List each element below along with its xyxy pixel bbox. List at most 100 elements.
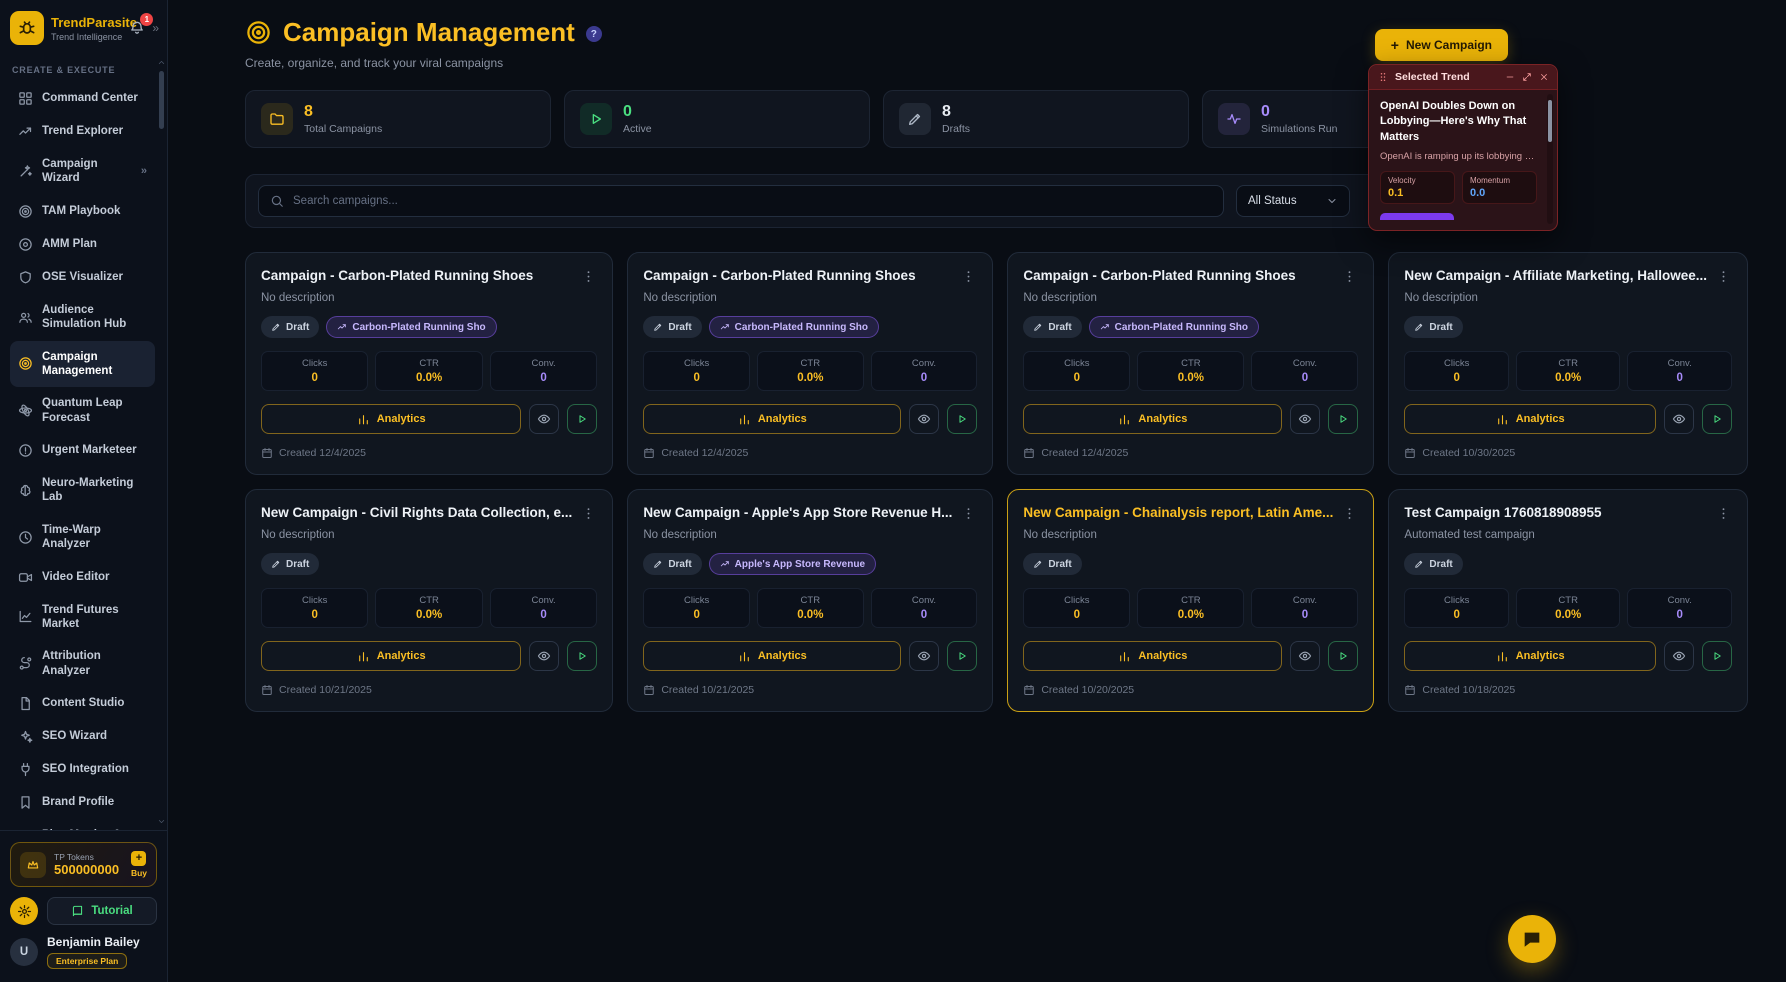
status-filter-select[interactable]: All Status — [1236, 185, 1350, 217]
play-icon — [579, 415, 587, 423]
sparkles-icon — [21, 730, 33, 743]
search-input[interactable] — [293, 195, 1212, 207]
dotsv-icon — [1348, 271, 1351, 282]
analytics-button[interactable]: Analytics — [1023, 404, 1283, 434]
sidebar-item-trend-explorer[interactable]: Trend Explorer — [10, 115, 155, 148]
campaign-title: New Campaign - Civil Rights Data Collect… — [261, 505, 573, 520]
sidebar-item-time-warp-analyzer[interactable]: Time-Warp Analyzer — [10, 514, 155, 561]
sidebar-scrollbar[interactable] — [157, 58, 165, 826]
campaign-card[interactable]: Campaign - Carbon-Plated Running Shoes No… — [1007, 252, 1375, 475]
trend-panel-partial-button[interactable] — [1380, 213, 1454, 221]
sidebar-item-brand-profile[interactable]: Brand Profile — [10, 786, 155, 819]
sidebar-item-content-studio[interactable]: Content Studio — [10, 687, 155, 720]
sidebar-item-audience-simulation-hub[interactable]: Audience Simulation Hub — [10, 294, 155, 341]
new-campaign-button[interactable]: + New Campaign — [1374, 29, 1508, 61]
tutorial-button[interactable]: Tutorial — [47, 897, 157, 925]
campaign-card[interactable]: New Campaign - Apple's App Store Revenue… — [627, 489, 994, 712]
chat-fab-button[interactable] — [1508, 915, 1556, 963]
preview-button[interactable] — [529, 641, 560, 671]
card-menu-button[interactable] — [960, 268, 977, 285]
sidebar-item-amm-plan[interactable]: AMM Plan — [10, 228, 155, 261]
trend-panel-header[interactable]: Selected Trend — [1369, 65, 1557, 90]
settings-button[interactable] — [10, 897, 38, 925]
card-menu-button[interactable] — [580, 505, 597, 522]
search-box[interactable] — [258, 185, 1224, 217]
help-icon[interactable]: ? — [585, 26, 602, 42]
sidebar-item-command-center[interactable]: Command Center — [10, 82, 155, 115]
card-menu-button[interactable] — [1341, 505, 1358, 522]
shield-icon — [20, 271, 31, 284]
launch-button[interactable] — [947, 641, 978, 671]
sidebar-item-trend-futures-market[interactable]: Trend Futures Market — [10, 594, 155, 641]
scrollbar-thumb[interactable] — [158, 71, 164, 129]
bug-icon — [19, 21, 35, 34]
campaign-card[interactable]: Test Campaign 1760818908955 Automated tes… — [1388, 489, 1748, 712]
buy-tokens-button[interactable]: + Buy — [131, 851, 147, 878]
notifications-button[interactable]: 1 — [129, 13, 154, 36]
sidebar-item-urgent-marketeer[interactable]: Urgent Marketeer — [10, 434, 155, 467]
metric-label: CTR — [1558, 595, 1578, 606]
sidebar-item-tam-playbook[interactable]: TAM Playbook — [10, 195, 155, 228]
campaign-title: Campaign - Carbon-Plated Running Shoes — [261, 268, 534, 283]
sidebar-item-campaign-wizard[interactable]: Campaign Wizard » — [10, 148, 155, 195]
campaign-card[interactable]: New Campaign - Affiliate Marketing, Hall… — [1388, 252, 1748, 475]
analytics-button[interactable]: Analytics — [261, 404, 522, 434]
drag-handle-icon[interactable] — [1377, 71, 1389, 83]
status-filter-value: All Status — [1248, 195, 1297, 207]
launch-button[interactable] — [567, 404, 598, 434]
preview-button[interactable] — [1663, 404, 1694, 434]
launch-button[interactable] — [947, 404, 978, 434]
sidebar-item-label: Neuro-Marketing Lab — [42, 477, 134, 504]
campaign-card[interactable]: New Campaign - Chainalysis report, Latin… — [1007, 489, 1375, 712]
launch-button[interactable] — [567, 641, 598, 671]
metric-clicks: Clicks 0 — [1404, 588, 1509, 628]
user-profile[interactable]: U Benjamin Bailey Enterprise Plan — [10, 935, 157, 969]
launch-button[interactable] — [1701, 404, 1732, 434]
preview-button[interactable] — [909, 641, 940, 671]
preview-button[interactable] — [529, 404, 560, 434]
trend-panel-scrollbar[interactable] — [1547, 94, 1553, 225]
card-menu-button[interactable] — [1341, 268, 1358, 285]
analytics-button[interactable]: Analytics — [1023, 641, 1283, 671]
card-menu-button[interactable] — [580, 268, 597, 285]
minimize-button[interactable] — [1505, 72, 1515, 82]
analytics-button[interactable]: Analytics — [1404, 641, 1656, 671]
campaign-description: No description — [261, 292, 335, 304]
sidebar-item-seo-wizard[interactable]: SEO Wizard — [10, 720, 155, 753]
launch-button[interactable] — [1701, 641, 1732, 671]
created-date: Created 10/21/2025 — [261, 684, 597, 696]
sidebar-collapse-icon[interactable]: » — [152, 21, 159, 35]
play-icon — [1714, 652, 1721, 660]
analytics-button[interactable]: Analytics — [261, 641, 522, 671]
scrollbar-thumb[interactable] — [1548, 100, 1552, 142]
campaign-card[interactable]: New Campaign - Civil Rights Data Collect… — [245, 489, 614, 712]
analytics-button[interactable]: Analytics — [643, 641, 902, 671]
close-button[interactable] — [1539, 72, 1549, 82]
preview-button[interactable] — [1290, 641, 1321, 671]
sidebar-item-seo-integration[interactable]: SEO Integration — [10, 753, 155, 786]
preview-button[interactable] — [1290, 404, 1321, 434]
stat-label: Drafts — [942, 122, 971, 135]
preview-button[interactable] — [1663, 641, 1694, 671]
card-menu-button[interactable] — [1715, 268, 1732, 285]
campaign-card[interactable]: Campaign - Carbon-Plated Running Shoes No… — [245, 252, 614, 475]
created-date: Created 10/30/2025 — [1404, 447, 1732, 459]
launch-button[interactable] — [1328, 404, 1359, 434]
calendar-icon — [1024, 448, 1035, 458]
sidebar-item-attribution-analyzer[interactable]: Attribution Analyzer — [10, 640, 155, 687]
sidebar-item-neuro-marketing-lab[interactable]: Neuro-Marketing Lab — [10, 467, 155, 514]
launch-button[interactable] — [1328, 641, 1359, 671]
card-menu-button[interactable] — [1715, 505, 1732, 522]
analytics-button[interactable]: Analytics — [643, 404, 902, 434]
sidebar-item-campaign-management[interactable]: Campaign Management — [10, 340, 155, 388]
sidebar-item-video-editor[interactable]: Video Editor — [10, 561, 155, 594]
sidebar-item-ose-visualizer[interactable]: OSE Visualizer — [10, 261, 155, 294]
preview-button[interactable] — [909, 404, 940, 434]
campaign-card[interactable]: Campaign - Carbon-Plated Running Shoes No… — [627, 252, 994, 475]
sidebar-item-quantum-leap-forecast[interactable]: Quantum Leap Forecast — [10, 387, 155, 434]
analytics-button[interactable]: Analytics — [1404, 404, 1656, 434]
card-menu-button[interactable] — [960, 505, 977, 522]
sidebar-item-plan-metrics-config[interactable]: Plan Metrics & Config — [10, 819, 155, 830]
campaign-description: No description — [1023, 529, 1097, 541]
expand-button[interactable] — [1522, 72, 1532, 82]
